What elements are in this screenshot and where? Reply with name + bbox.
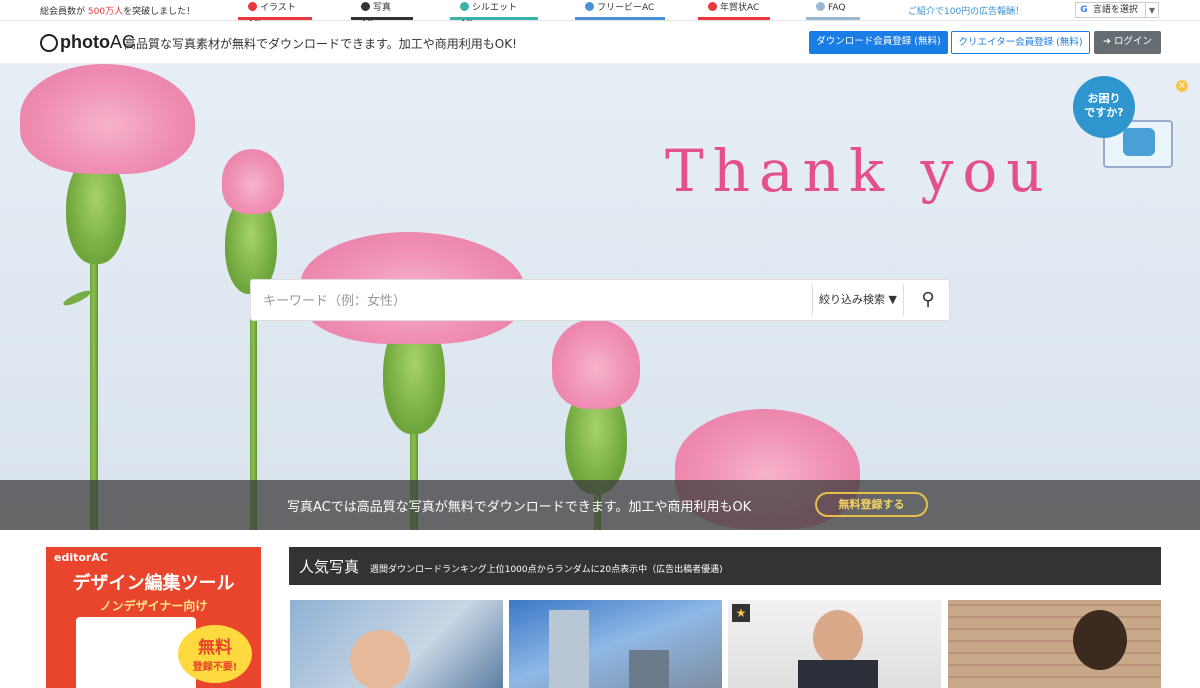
photoac-logo[interactable]: photoAC (40, 32, 135, 52)
triangle-down-icon: ▼ (888, 293, 897, 306)
filter-search-dropdown[interactable]: 絞り込み検索 ▼ (812, 285, 904, 315)
photo-thumbnail[interactable] (509, 600, 722, 688)
faq-icon (816, 2, 825, 11)
free-register-button[interactable]: 無料登録する (815, 492, 928, 517)
site-tab-underline (450, 17, 538, 20)
help-bubble-line2: ですか? (1084, 106, 1124, 119)
site-tab-underline (238, 17, 312, 20)
download-register-button[interactable]: ダウンロード会員登録 (無料) (809, 31, 948, 54)
top-bar: 総会員数が 500万人を突破しました！ イラストAC 写真AC シルエットAC … (0, 0, 1200, 29)
hero-headline: Thank you (665, 137, 1053, 205)
silhouette-icon (460, 2, 469, 11)
camera-icon (361, 2, 370, 11)
site-tab-underline (698, 17, 770, 20)
site-header: photoAC 高品質な写真素材が無料でダウンロードできます。加工や商用利用もO… (0, 21, 1200, 64)
ad-badge-sub: 登録不要! (192, 662, 238, 673)
logo-text-main: photo (60, 32, 110, 52)
site-tagline: 高品質な写真素材が無料でダウンロードできます。加工や商用利用もOK! (124, 37, 517, 51)
help-bubble[interactable]: お困り ですか? (1073, 76, 1135, 138)
member-count-suffix: を突破しました！ (123, 7, 196, 17)
site-tab-underline (806, 17, 860, 20)
site-tab-silhouette-ac[interactable]: シルエットAC (450, 0, 538, 29)
person-image (350, 630, 410, 688)
person-image (813, 610, 863, 665)
google-icon: G (1080, 5, 1088, 15)
ad-free-badge: 無料 登録不要! (178, 625, 252, 683)
photo-thumbnail[interactable]: ★ (728, 600, 941, 688)
site-tab-freebie-ac[interactable]: フリービーAC (575, 0, 665, 20)
language-select-label: 言語を選択 (1092, 5, 1138, 15)
site-tab-underline (351, 17, 413, 20)
site-tab-nengajo-ac[interactable]: 年賀状AC (698, 0, 770, 20)
ad-badge-main: 無料 (198, 638, 232, 658)
building-image (549, 610, 589, 688)
member-count-prefix: 総会員数が (40, 7, 86, 17)
popular-photos-header: 人気写真 週間ダウンロードランキング上位1000点からランダムに20点表示中（広… (289, 547, 1161, 585)
help-bubble-line1: お困り (1087, 92, 1121, 105)
freebie-icon (585, 2, 594, 11)
member-count-value: 500万人 (87, 7, 124, 17)
popular-photos-title: 人気写真 (299, 558, 360, 576)
creator-register-button[interactable]: クリエイター会員登録 (無料) (951, 31, 1090, 54)
filter-search-label: 絞り込み検索 (819, 293, 885, 306)
login-button[interactable]: ➜ ログイン (1094, 31, 1161, 54)
search-icon: ⚲ (921, 289, 935, 310)
login-label: ログイン (1113, 36, 1152, 47)
hero-banner: Thank you お困り ですか? × 絞り込み検索 ▼ ⚲ 写真ACでは高品… (0, 64, 1200, 530)
logo-mark-icon (40, 33, 58, 52)
chevron-down-icon: ▼ (1144, 3, 1155, 18)
language-select[interactable]: G 言語を選択 ▼ (1075, 2, 1159, 18)
flower-bloom (222, 149, 284, 214)
site-tab-illust-ac[interactable]: イラストAC (238, 0, 312, 29)
site-tab-faq[interactable]: FAQ (806, 0, 860, 20)
photo-thumbnail[interactable] (290, 600, 503, 688)
help-widget[interactable]: お困り ですか? (1073, 76, 1173, 176)
site-tab-label: フリービーAC (597, 3, 655, 13)
referral-ad-link[interactable]: ご紹介で100円の広告報酬！ (908, 4, 1024, 17)
flower-bloom (20, 64, 195, 174)
popular-photos-description: 週間ダウンロードランキング上位1000点からランダムに20点表示中（広告出稿者優… (370, 565, 723, 575)
ad-subheading: ノンデザイナー向け (99, 599, 208, 613)
promo-message: 写真ACでは高品質な写真が無料でダウンロードできます。加工や商用利用もOK (287, 500, 752, 515)
site-tab-underline (575, 17, 665, 20)
illust-icon (248, 2, 257, 11)
person-image (1073, 610, 1127, 670)
login-icon: ➜ (1102, 36, 1111, 47)
search-bar: 絞り込み検索 ▼ ⚲ (250, 279, 950, 321)
suit-image (798, 660, 878, 688)
site-tab-label: FAQ (828, 3, 846, 13)
photo-thumbnail[interactable] (948, 600, 1161, 688)
building-image (629, 650, 669, 688)
flower-leaf (61, 288, 93, 308)
site-tab-label: 年賀状AC (720, 3, 760, 13)
member-count-notice: 総会員数が 500万人を突破しました！ (40, 4, 195, 17)
search-button[interactable]: ⚲ (907, 280, 949, 320)
ad-brand: editorAC (54, 551, 108, 564)
star-icon: ★ (732, 604, 750, 622)
site-tab-photo-ac[interactable]: 写真AC (351, 0, 413, 29)
search-input[interactable] (261, 289, 805, 313)
nengajo-icon (708, 2, 717, 11)
promo-band: 写真ACでは高品質な写真が無料でダウンロードできます。加工や商用利用もOK 無料… (0, 480, 1200, 530)
robot-icon (1123, 128, 1155, 156)
editorac-ad-banner[interactable]: editorAC デザイン編集ツール ノンデザイナー向け 無料 登録不要! (46, 547, 261, 688)
ad-heading: デザイン編集ツール (72, 573, 235, 594)
flower-bloom (552, 319, 640, 409)
close-icon[interactable]: × (1176, 80, 1188, 92)
